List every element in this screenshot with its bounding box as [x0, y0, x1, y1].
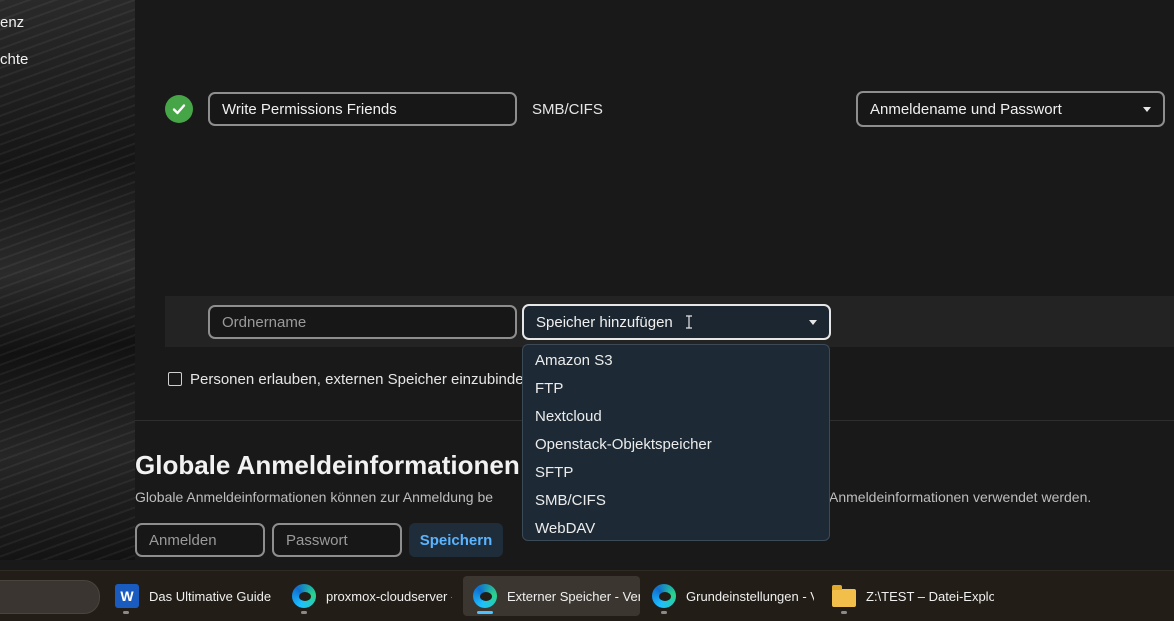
running-indicator: [661, 611, 667, 614]
storage-type-dropdown: Amazon S3 FTP Nextcloud Openstack-Objekt…: [522, 344, 830, 541]
status-ok-icon: [165, 95, 193, 123]
edge-icon: [473, 584, 497, 608]
global-login-input[interactable]: Anmelden: [135, 523, 265, 557]
sidebar-item-berichte[interactable]: chte: [0, 51, 28, 68]
allow-user-mounts-label[interactable]: Personen erlauben, externen Speicher ein…: [190, 371, 532, 388]
wallpaper-strip: [0, 0, 135, 560]
global-credentials-title: Globale Anmeldeinformationen: [135, 450, 520, 480]
dropdown-option-nextcloud[interactable]: Nextcloud: [523, 403, 829, 431]
chevron-down-icon: [809, 319, 817, 325]
taskbar-item-label: Grundeinstellungen - Ve: [686, 588, 814, 604]
auth-method-select[interactable]: Anmeldename und Passwort: [856, 91, 1165, 127]
taskbar-item-edge-proxmox[interactable]: proxmox-cloudserver -: [282, 576, 452, 616]
edge-icon: [292, 584, 316, 608]
dropdown-option-sftp[interactable]: SFTP: [523, 459, 829, 487]
folder-icon: [832, 584, 856, 607]
sidebar-item-lizenz[interactable]: enz: [0, 14, 24, 31]
global-credentials-description: Globale Anmeldeinformationen können zur …: [135, 489, 494, 505]
taskbar: W Das Ultimative Guide zu proxmox-clouds…: [0, 570, 1174, 621]
taskbar-item-file-explorer[interactable]: Z:\TEST – Datei-Explorer: [822, 576, 994, 616]
chevron-down-icon: [1143, 106, 1151, 112]
taskbar-item-edge-external-storage[interactable]: Externer Speicher - Verv: [463, 576, 640, 616]
taskbar-search[interactable]: [0, 580, 100, 614]
edge-icon: [652, 584, 676, 608]
dropdown-option-openstack[interactable]: Openstack-Objektspeicher: [523, 431, 829, 459]
add-storage-select[interactable]: Speicher hinzufügen: [522, 304, 831, 340]
taskbar-item-label: proxmox-cloudserver -: [326, 588, 452, 604]
taskbar-item-edge-settings[interactable]: Grundeinstellungen - Ve: [642, 576, 814, 616]
text-cursor-icon: [685, 314, 692, 329]
folder-name-input[interactable]: Write Permissions Friends: [208, 92, 517, 126]
save-button[interactable]: Speichern: [409, 523, 503, 557]
active-indicator: [477, 611, 493, 614]
new-folder-name-input[interactable]: Ordnername: [208, 305, 517, 339]
taskbar-item-label: Z:\TEST – Datei-Explorer: [866, 588, 994, 604]
storage-backend-label: SMB/CIFS: [532, 101, 603, 118]
auth-method-value: Anmeldename und Passwort: [870, 100, 1062, 118]
word-icon: W: [115, 584, 139, 608]
dropdown-option-webdav[interactable]: WebDAV: [523, 515, 829, 543]
global-credentials-description-end: Anmeldeinformationen verwendet werden.: [829, 489, 1092, 505]
taskbar-item-word[interactable]: W Das Ultimative Guide zu: [105, 576, 275, 616]
running-indicator: [123, 611, 129, 614]
dropdown-option-amazon-s3[interactable]: Amazon S3: [523, 347, 829, 375]
add-storage-value: Speicher hinzufügen: [536, 314, 693, 331]
taskbar-item-label: Das Ultimative Guide zu: [149, 588, 275, 604]
dropdown-option-ftp[interactable]: FTP: [523, 375, 829, 403]
running-indicator: [301, 611, 307, 614]
taskbar-item-label: Externer Speicher - Verv: [507, 588, 640, 604]
allow-user-mounts-checkbox[interactable]: [168, 372, 182, 386]
dropdown-option-smb-cifs[interactable]: SMB/CIFS: [523, 487, 829, 515]
running-indicator: [841, 611, 847, 614]
global-password-input[interactable]: Passwort: [272, 523, 402, 557]
